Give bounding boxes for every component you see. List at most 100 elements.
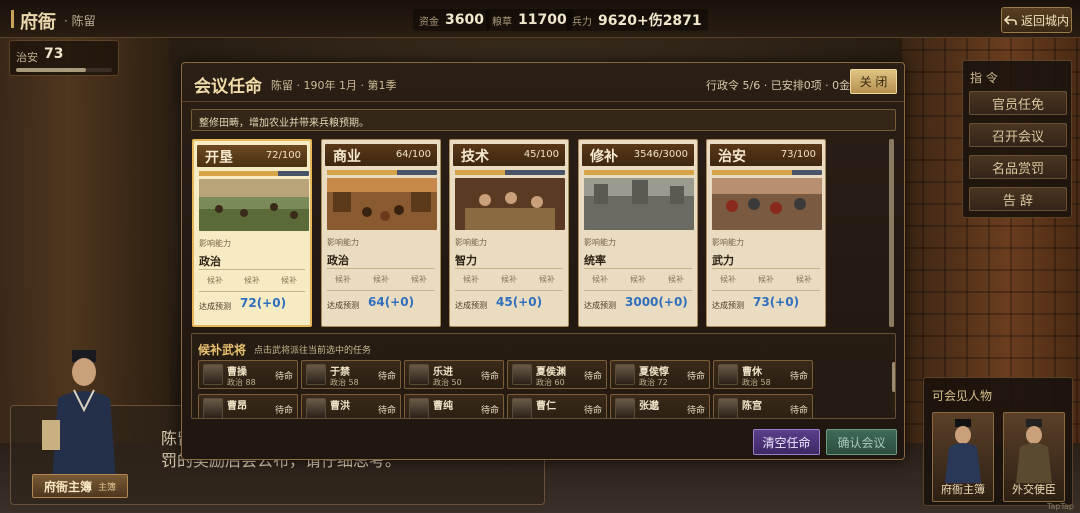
prediction-label: 达成预测 [712,301,744,310]
scrollbar-thumb[interactable] [889,139,894,327]
resource-food-value: 11700 [518,12,567,28]
task-progress-bar [712,170,822,175]
modal-divider [182,101,904,102]
candidate-slots: 候补 候补 候补 [712,274,820,285]
divider [455,268,563,269]
general-stat: 政治 60 [536,378,565,387]
prediction-label: 达成预测 [584,301,616,310]
general-card[interactable]: 陈宫 待命 [713,394,813,418]
appoint-officials-button[interactable]: 官员任免 [969,91,1067,115]
hold-meeting-button[interactable]: 召开会议 [969,123,1067,147]
return-arrow-icon [1003,14,1017,25]
general-card[interactable]: 曹仁 待命 [507,394,607,418]
divider [455,290,563,291]
visitors-title: 可会见人物 [932,389,993,403]
candidate-slot[interactable]: 候补 [592,274,608,285]
stability-bar [16,68,112,72]
prediction-value: 73(+0) [753,295,800,309]
candidate-slot[interactable]: 候补 [335,274,351,285]
generals-scrollbar[interactable] [892,362,895,412]
candidate-slot[interactable]: 候补 [720,274,736,285]
task-name: 治安 [718,149,746,165]
clear-appointments-button[interactable]: 清空任命 [753,429,820,455]
title-accent-bar [11,10,14,28]
task-progress-bar [199,171,309,176]
ability-label: 影响能力 [455,238,487,247]
farewell-button[interactable]: 告 辞 [969,187,1067,211]
general-status: 待命 [274,406,293,416]
general-avatar [203,364,223,385]
task-progress: 72/100 [265,150,301,161]
general-name: 曹洪 [330,401,350,412]
candidate-slot[interactable]: 候补 [411,274,427,285]
task-card-cultivate[interactable]: 开垦 72/100 影响能力 政治 候补 候补 候补 达成预测 72(+0) [192,139,312,327]
visitor-card-envoy[interactable]: 外交使臣 [1003,412,1065,502]
task-card-technology[interactable]: 技术 45/100 影响能力 智力 候补 候补 候补 达成预测 45(+0) [449,139,569,327]
ability-label: 影响能力 [584,238,616,247]
general-status: 待命 [377,406,396,416]
resource-money-value: 3600 [445,12,484,28]
task-progress-fill [455,170,505,175]
candidate-slots: 候补 候补 候补 [455,274,563,285]
task-hint-text: 整修田畴，增加农业并带来兵粮预期。 [199,118,369,129]
task-illustration-workshop [455,178,565,230]
ability-value: 统率 [584,254,606,267]
candidate-slot[interactable]: 候补 [281,275,297,286]
general-stat: 政治 58 [742,378,771,387]
general-avatar [409,398,429,418]
general-card[interactable]: 夏侯惇 政治 72 待命 [610,360,710,389]
candidate-slot[interactable]: 候补 [463,274,479,285]
candidate-slot[interactable]: 候补 [244,275,260,286]
general-stat: 政治 50 [433,378,462,387]
candidate-slot[interactable]: 候补 [501,274,517,285]
candidate-slot[interactable]: 候补 [758,274,774,285]
general-card[interactable]: 曹休 政治 58 待命 [713,360,813,389]
general-name: 于禁 [330,367,350,378]
visitor-card-clerk[interactable]: 府衙主簿 [932,412,994,502]
general-card[interactable]: 张邈 待命 [610,394,710,418]
task-card-header: 开垦 72/100 [197,145,307,167]
return-to-city-button[interactable]: 返回城内 [1001,7,1072,33]
general-card[interactable]: 曹昂 待命 [198,394,298,418]
rewards-button[interactable]: 名品赏罚 [969,155,1067,179]
divider [712,268,820,269]
task-cards-row: 开垦 72/100 影响能力 政治 候补 候补 候补 达成预测 72(+0) 商… [192,139,882,327]
general-name: 曹休 [742,367,762,378]
task-card-repair[interactable]: 修补 3546/3000 影响能力 统率 候补 候补 候补 达成预测 3000(… [578,139,698,327]
candidate-slot[interactable]: 候补 [668,274,684,285]
general-name: 夏侯惇 [639,367,669,378]
general-card[interactable]: 于禁 政治 58 待命 [301,360,401,389]
stability-bar-fill [16,68,87,72]
candidate-slot[interactable]: 候补 [373,274,389,285]
general-status: 待命 [789,406,808,416]
watermark: TapTap [1046,502,1074,511]
modal-status: 行政令 5/6 · 已安排0项 · 0金 [706,79,851,92]
task-cards-scrollbar[interactable] [889,139,894,327]
divider [712,290,820,291]
divider [327,290,435,291]
ability-value: 武力 [712,254,734,267]
confirm-meeting-button[interactable]: 确认会议 [826,429,897,455]
general-card[interactable]: 曹纯 待命 [404,394,504,418]
task-card-commerce[interactable]: 商业 64/100 影响能力 政治 候补 候补 候补 达成预测 64(+0) [321,139,441,327]
candidate-slot[interactable]: 候补 [796,274,812,285]
candidate-slot[interactable]: 候补 [630,274,646,285]
resource-troops-label: 兵力 [572,16,592,28]
candidate-slot[interactable]: 候补 [207,275,223,286]
general-card[interactable]: 曹操 政治 88 待命 [198,360,298,389]
close-button[interactable]: 关 闭 [850,69,897,94]
speaker-name: 府衙主簿 [43,479,92,494]
task-illustration-farming [199,179,309,231]
general-name: 乐进 [433,367,453,378]
task-card-header: 技术 45/100 [453,144,565,166]
scrollbar-thumb[interactable] [892,362,895,392]
candidate-generals-title: 候补武将 [198,343,247,357]
modal-subtitle: 陈留 · 190年 1月 · 第1季 [271,79,397,92]
task-card-header: 商业 64/100 [325,144,437,166]
general-card[interactable]: 乐进 政治 50 待命 [404,360,504,389]
general-card[interactable]: 夏侯渊 政治 60 待命 [507,360,607,389]
candidate-slot[interactable]: 候补 [539,274,555,285]
task-card-security[interactable]: 治安 73/100 影响能力 武力 候补 候补 候补 达成预测 73(+0) [706,139,826,327]
speaker-nameplate: 府衙主簿 主簿 [32,474,128,498]
general-card[interactable]: 曹洪 待命 [301,394,401,418]
